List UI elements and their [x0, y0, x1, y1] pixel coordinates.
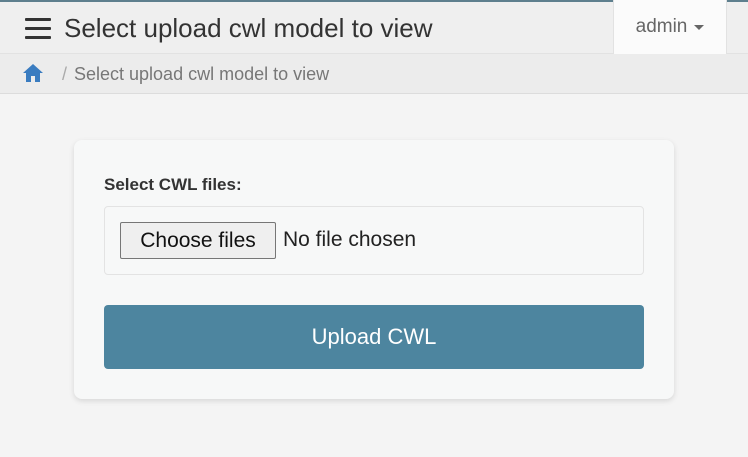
page-title: Select upload cwl model to view: [64, 13, 433, 43]
user-menu-dropdown[interactable]: admin: [613, 0, 727, 54]
breadcrumb-current: Select upload cwl model to view: [74, 64, 330, 84]
caret-down-icon: [694, 24, 705, 30]
file-input-container: Choose files No file chosen: [104, 206, 644, 275]
upload-cwl-button[interactable]: Upload CWL: [104, 305, 644, 369]
user-name: admin: [635, 16, 688, 37]
cwl-files-label: Select CWL files:: [104, 175, 242, 194]
hamburger-menu-icon[interactable]: [25, 18, 51, 40]
file-status-text: No file chosen: [283, 228, 417, 251]
breadcrumb: / Select upload cwl model to view: [0, 54, 748, 94]
choose-files-button[interactable]: Choose files: [120, 222, 276, 259]
breadcrumb-separator: /: [62, 64, 68, 84]
top-navbar: Select upload cwl model to view admin: [0, 0, 748, 54]
home-icon[interactable]: [22, 63, 44, 83]
upload-card: Select CWL files: Choose files No file c…: [74, 140, 674, 399]
